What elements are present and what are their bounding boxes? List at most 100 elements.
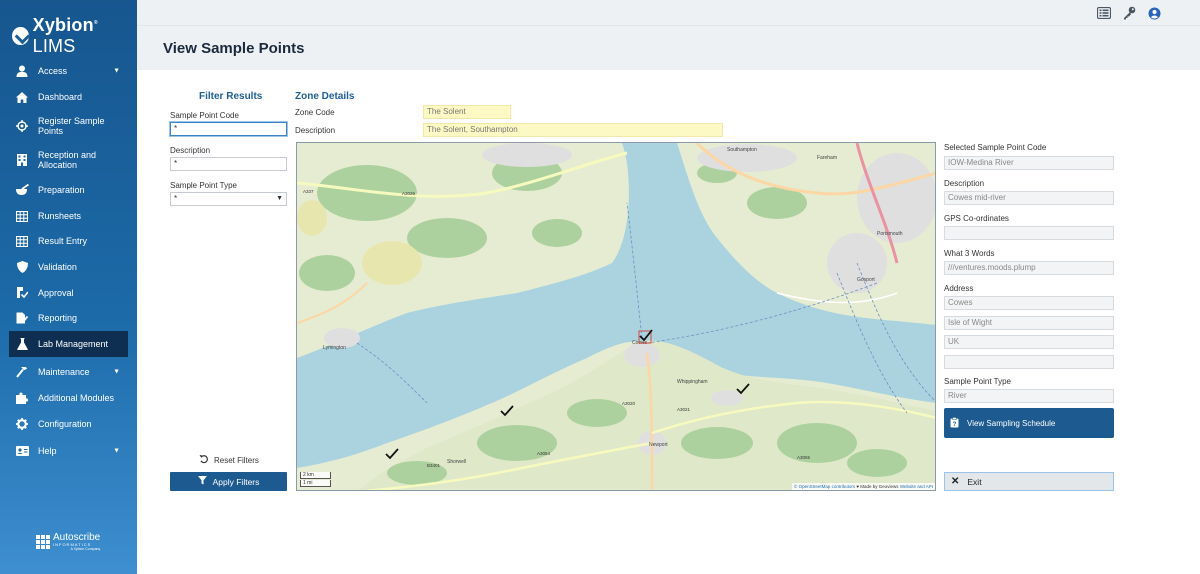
autoscribe-name: Autoscribe — [53, 532, 101, 543]
sidebar-item-label: Help — [38, 446, 57, 456]
sample-point-code-label: Sample Point Code — [170, 111, 239, 120]
sidebar-item-preparation[interactable]: Preparation — [9, 182, 128, 198]
chevron-down-icon: ▼ — [113, 67, 120, 75]
svg-text:?: ? — [953, 422, 957, 428]
sidebar-item-additional-modules[interactable]: Additional Modules — [9, 390, 128, 406]
user-icon — [15, 64, 29, 78]
apply-filters-label: Apply Filters — [212, 476, 260, 487]
zone-code-label: Zone Code — [295, 108, 335, 117]
user-circle-icon[interactable] — [1146, 5, 1162, 21]
map-canvas: CowesNewportLymingtonPortsmouthGosportFa… — [297, 143, 935, 490]
map-road-label: B3401 — [427, 463, 441, 468]
sidebar-item-label: Lab Management — [38, 339, 109, 349]
map-road-label: A3054 — [537, 451, 551, 456]
map-place-label: Southampton — [727, 147, 757, 153]
address-line-1: Cowes — [944, 296, 1114, 310]
sidebar-item-help[interactable]: Help ▼ — [9, 443, 128, 459]
zone-details-heading: Zone Details — [295, 91, 355, 102]
autoscribe-grid-icon — [36, 535, 50, 549]
sidebar-item-label: Reception and Allocation — [38, 150, 97, 170]
filter-heading: Filter Results — [199, 91, 263, 102]
title-bar: View Sample Points — [137, 26, 1200, 70]
sidebar-item-label: Result Entry — [38, 236, 88, 246]
brand-logo: Xybion® LIMS — [12, 15, 137, 57]
filter-description-input[interactable]: * — [170, 157, 287, 171]
map-road-label: A3055 — [797, 455, 811, 460]
puzzle-icon — [15, 391, 29, 405]
zone-description-value: The Solent, Southampton — [423, 123, 723, 137]
filter-icon — [197, 476, 207, 487]
view-sampling-schedule-label: View Sampling Schedule — [967, 418, 1056, 428]
mortar-icon — [15, 183, 29, 197]
id-card-icon — [15, 444, 29, 458]
selected-code-label: Selected Sample Point Code — [944, 143, 1047, 152]
hammer-icon — [15, 365, 29, 379]
selected-description-label: Description — [944, 179, 985, 188]
sidebar-item-reporting[interactable]: Reporting — [9, 310, 128, 326]
view-sampling-schedule-button[interactable]: ? View Sampling Schedule — [944, 408, 1114, 438]
sidebar-item-reception-and-allocation[interactable]: Reception and Allocation — [9, 148, 128, 172]
zone-description-label: Description — [295, 126, 336, 135]
reset-filters-button[interactable]: Reset Filters — [199, 454, 259, 466]
selected-description-value: Cowes mid-river — [944, 191, 1114, 205]
map-place-label: Gosport — [857, 277, 875, 283]
approval-icon — [15, 286, 29, 300]
address-line-3: UK — [944, 335, 1114, 349]
attribution-api-link[interactable]: Website and API — [900, 484, 933, 489]
zone-map[interactable]: Cowes Newport Lymington Portsmouth Gosport Fa… — [296, 142, 936, 491]
brand-suffix: LIMS — [32, 36, 76, 56]
map-road-label: A337 — [303, 189, 314, 194]
apply-filters-button[interactable]: Apply Filters — [170, 472, 287, 491]
sidebar-item-access[interactable]: Access ▼ — [9, 63, 128, 79]
undo-icon — [199, 454, 209, 466]
brand-name: Xybion — [32, 15, 94, 35]
chevron-down-icon: ▼ — [113, 447, 120, 455]
sidebar-item-label: Validation — [38, 262, 77, 272]
sidebar-item-label: Configuration — [38, 419, 92, 429]
sidebar-item-runsheets[interactable]: Runsheets — [9, 208, 128, 224]
key-icon[interactable] — [1121, 5, 1137, 21]
address-line-2: Isle of Wight — [944, 316, 1114, 330]
sidebar-item-lab-management[interactable]: Lab Management — [9, 331, 128, 357]
sidebar-item-dashboard[interactable]: Dashboard — [9, 89, 128, 105]
crosshair-icon — [15, 119, 29, 133]
list-icon[interactable] — [1096, 5, 1112, 21]
chevron-down-icon: ▼ — [276, 195, 283, 202]
map-road-label: A3020 — [622, 401, 636, 406]
map-place-label: Shorwell — [447, 459, 466, 465]
sidebar-item-result-entry[interactable]: Result Entry — [9, 233, 128, 249]
sidebar-item-validation[interactable]: Validation — [9, 259, 128, 275]
sidebar-item-configuration[interactable]: Configuration — [9, 416, 128, 432]
sidebar-item-register-sample-points[interactable]: Register Sample Points — [9, 114, 128, 138]
filter-description-label: Description — [170, 146, 211, 155]
exit-button[interactable]: ✕ Exit — [944, 472, 1114, 491]
sidebar-item-label: Preparation — [38, 185, 85, 195]
map-road-label: A3021 — [677, 407, 691, 412]
autoscribe-logo: Autoscribe INFORMATICS A Xybion Company — [36, 533, 100, 551]
scale-mi: 1 mi — [300, 480, 331, 487]
map-place-label: Portsmouth — [877, 231, 903, 237]
table-icon — [15, 209, 29, 223]
map-place-label: Newport — [649, 442, 668, 448]
gps-label: GPS Co-ordinates — [944, 214, 1009, 223]
type-value: River — [944, 389, 1114, 403]
sidebar-item-maintenance[interactable]: Maintenance ▼ — [9, 364, 128, 380]
address-line-4 — [944, 355, 1114, 369]
sidebar-item-label: Access — [38, 66, 68, 76]
map-attribution: © OpenStreetMap contributors ♥ Made by G… — [792, 483, 935, 490]
sidebar: Xybion® LIMS Access ▼ Dashboard Register Sa… — [0, 0, 137, 574]
sidebar-item-label: Maintenance — [38, 367, 90, 377]
sidebar-item-label: Reporting — [38, 313, 78, 323]
home-icon — [15, 90, 29, 104]
sidebar-item-approval[interactable]: Approval — [9, 285, 128, 301]
sample-point-code-input[interactable]: * — [169, 121, 288, 137]
attribution-osm-link[interactable]: © OpenStreetMap contributors — [794, 484, 855, 489]
map-place-label: Whippingham — [677, 379, 708, 385]
map-place-label: Lymington — [323, 345, 346, 351]
report-icon — [15, 311, 29, 325]
selected-code-value: IOW-Medina River — [944, 156, 1114, 170]
zone-code-value: The Solent — [423, 105, 511, 119]
flask-icon — [15, 337, 29, 351]
map-road-label: A3026 — [402, 191, 416, 196]
sample-point-type-select[interactable]: * ▼ — [170, 192, 287, 206]
